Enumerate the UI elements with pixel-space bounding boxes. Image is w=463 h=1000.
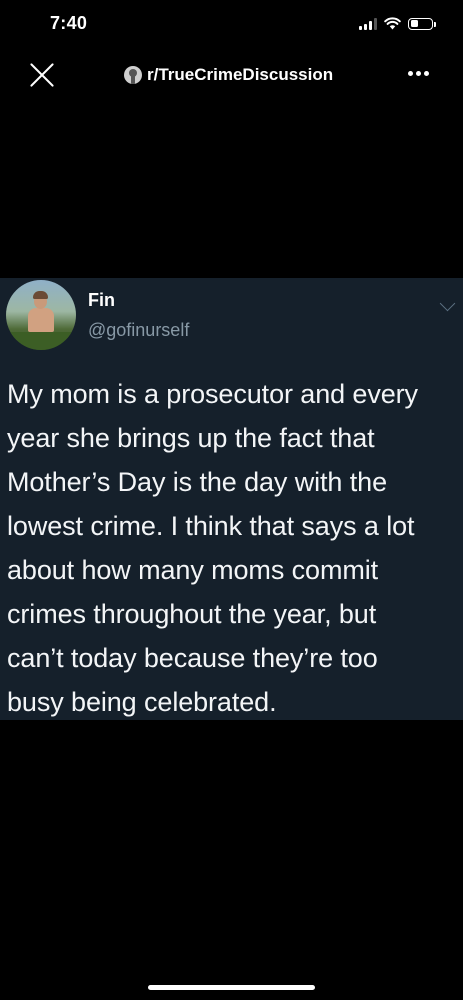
status-time: 7:40 bbox=[50, 13, 88, 33]
community-avatar-icon bbox=[124, 66, 142, 84]
community-name: r/TrueCrimeDiscussion bbox=[147, 65, 334, 84]
more-options-icon[interactable] bbox=[408, 71, 429, 76]
community-link[interactable]: r/TrueCrimeDiscussion bbox=[124, 65, 333, 85]
wifi-icon bbox=[384, 17, 401, 30]
tweet-image[interactable]: Fin @gofinurself My mom is a prosecutor … bbox=[0, 278, 463, 720]
tweet-handle: @gofinurself bbox=[88, 320, 190, 340]
status-bar: 7:40 bbox=[0, 0, 463, 50]
home-indicator[interactable] bbox=[148, 985, 315, 990]
avatar bbox=[6, 280, 76, 350]
cellular-signal-icon bbox=[359, 17, 377, 30]
tweet-text: My mom is a prosecutor and every year sh… bbox=[7, 379, 418, 717]
battery-icon bbox=[408, 17, 436, 30]
tweet-display-name: Fin bbox=[88, 290, 115, 310]
status-icons bbox=[359, 17, 436, 30]
nav-bar: r/TrueCrimeDiscussion bbox=[0, 55, 463, 95]
chevron-down-icon bbox=[439, 295, 456, 312]
close-icon[interactable] bbox=[28, 61, 56, 89]
